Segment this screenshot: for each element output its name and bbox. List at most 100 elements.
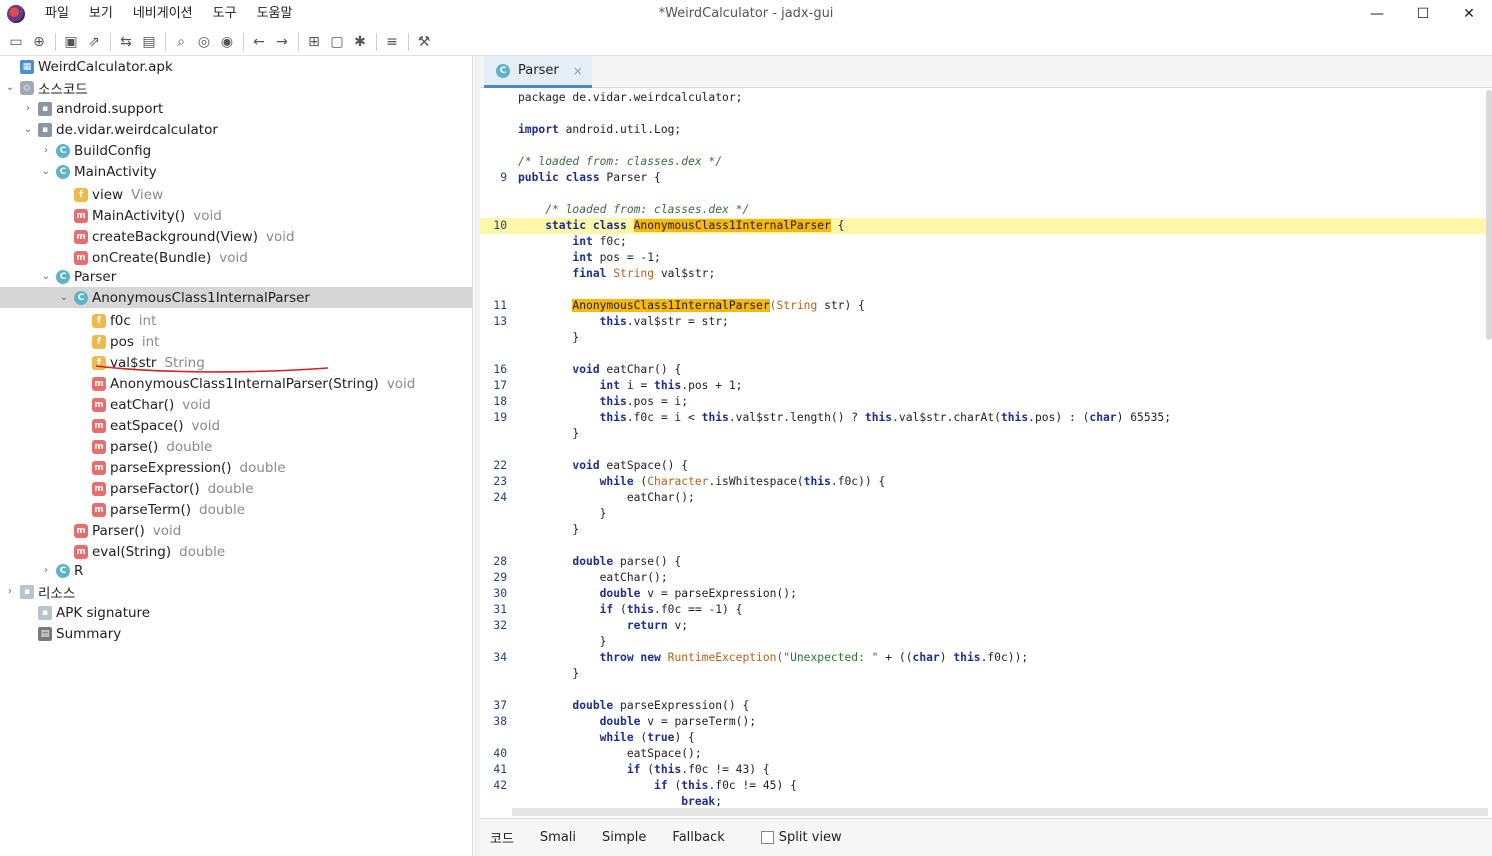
find-usage-icon[interactable]: ◉ [216, 31, 238, 53]
tree-item[interactable]: m Parser() void [0, 520, 472, 541]
horizontal-scrollbar[interactable] [512, 808, 1488, 816]
line-number: 42 [493, 779, 507, 792]
code-token: android.util.Log; [558, 123, 682, 136]
code-area[interactable]: package de.vidar.weirdcalculator; import … [480, 90, 1486, 808]
line-number: 28 [493, 555, 507, 568]
tree-item-label: Parser() [92, 522, 145, 539]
tab-code[interactable]: 코드 [490, 828, 514, 847]
tree-item[interactable]: › ▪ 리소스 [0, 581, 472, 602]
menu-help[interactable]: 도움말 [247, 0, 303, 28]
code-token: public class [518, 171, 600, 184]
tree-item[interactable]: m parseExpression() double [0, 457, 472, 478]
tree-item[interactable]: › C BuildConfig [0, 140, 472, 161]
tree-item[interactable]: m parse() double [0, 436, 472, 457]
search-icon[interactable]: ⌕ [170, 31, 192, 53]
split-view-toggle[interactable]: Split view [760, 830, 842, 845]
save-icon[interactable]: ▣ [60, 31, 82, 53]
menu-tools[interactable]: 도구 [203, 0, 247, 28]
method-icon: m [92, 502, 106, 517]
tree-item[interactable]: ⌄ C MainActivity [0, 161, 472, 182]
back-icon[interactable]: ← [248, 31, 270, 53]
preferences-icon[interactable]: ⚒ [413, 31, 435, 53]
debug-icon[interactable]: ✱ [349, 31, 371, 53]
code-token: Parser { [599, 171, 661, 184]
src-icon: ◇ [20, 80, 34, 95]
code-text: } [518, 330, 579, 346]
vertical-scrollbar[interactable] [1486, 90, 1492, 340]
code-token: .isWhitespace( [708, 475, 804, 488]
tab-parser[interactable]: C Parser × [484, 56, 592, 88]
tree-item[interactable]: ⌄ C AnonymousClass1InternalParser [0, 287, 472, 308]
menu-navigation[interactable]: 네비게이션 [123, 0, 203, 28]
forward-icon[interactable]: → [271, 31, 293, 53]
tab-simple[interactable]: Simple [602, 830, 646, 845]
code-token: eatSpace() { [599, 459, 689, 472]
toolbar-separator [243, 33, 244, 51]
code-token: int [518, 235, 593, 248]
project-tree[interactable]: ▤ Summary ▪ APK signature › ▪ 리소스 › C Rm eval(Stri… [0, 56, 473, 856]
tree-item[interactable]: › C R [0, 560, 472, 581]
open-icon[interactable]: ▭ [5, 31, 27, 53]
find-class-icon[interactable]: ◎ [193, 31, 215, 53]
collapsed-arrow-icon[interactable]: › [22, 103, 34, 114]
close-tab-icon[interactable]: × [573, 64, 583, 78]
tab-smali[interactable]: Smali [540, 830, 576, 845]
code-line: 31 if (this.f0c == -1) { [480, 602, 1486, 618]
export-icon[interactable]: ⇗ [83, 31, 105, 53]
expanded-arrow-icon[interactable]: ⌄ [58, 292, 70, 303]
code-text: double parseExpression() { [518, 698, 749, 714]
code-text: final String val$str; [518, 266, 715, 282]
code-text: while (Character.isWhitespace(this.f0c))… [518, 474, 886, 490]
menu-file[interactable]: 파일 [35, 0, 79, 28]
sync-icon[interactable]: ⇆ [115, 31, 137, 53]
decompile-all-icon[interactable]: ▤ [138, 31, 160, 53]
code-token: } [518, 523, 580, 536]
line-number: 41 [493, 763, 507, 776]
tree-item[interactable]: ⌄ C Parser [0, 266, 472, 287]
maximize-button[interactable]: ☐ [1400, 0, 1446, 28]
tree-item[interactable]: m MainActivity() void [0, 205, 472, 226]
deobfuscation-icon[interactable]: ▢ [326, 31, 348, 53]
add-files-icon[interactable]: ⊕ [28, 31, 50, 53]
tree-item[interactable]: m eatSpace() void [0, 415, 472, 436]
close-button[interactable]: ✕ [1446, 0, 1492, 28]
tree-item[interactable]: ▦ WeirdCalculator.apk [0, 56, 472, 77]
tree-item[interactable]: m parseFactor() double [0, 478, 472, 499]
tree-item[interactable]: › ▪ android.support [0, 98, 472, 119]
collapsed-arrow-icon[interactable]: › [40, 565, 52, 576]
tree-item-label: MainActivity [74, 163, 157, 180]
expanded-arrow-icon[interactable]: ⌄ [40, 166, 52, 177]
minimize-button[interactable]: — [1354, 0, 1400, 28]
collapsed-arrow-icon[interactable]: › [40, 145, 52, 156]
expanded-arrow-icon[interactable]: ⌄ [40, 271, 52, 282]
tree-item[interactable]: m createBackground(View) void [0, 226, 472, 247]
tree-item[interactable]: ⌄ ▪ de.vidar.weirdcalculator [0, 119, 472, 140]
code-text: this.pos = i; [518, 394, 688, 410]
expanded-arrow-icon[interactable]: ⌄ [4, 82, 16, 93]
tree-item-type: double [166, 438, 213, 455]
tree-item[interactable]: f f0c int [0, 310, 472, 331]
expanded-arrow-icon[interactable]: ⌄ [22, 124, 34, 135]
code-token: ( [613, 603, 627, 616]
tree-item[interactable]: f view View [0, 184, 472, 205]
code-token: .val$str = str; [626, 315, 729, 328]
code-text: eatSpace(); [518, 746, 702, 762]
tab-fallback[interactable]: Fallback [672, 830, 724, 845]
tree-item[interactable]: m eatChar() void [0, 394, 472, 415]
quark-icon[interactable]: ⊞ [303, 31, 325, 53]
log-icon[interactable]: ≡ [381, 31, 403, 53]
split-view-checkbox[interactable] [760, 831, 774, 844]
tree-item[interactable]: m AnonymousClass1InternalParser(String) vo… [0, 373, 472, 394]
tree-item[interactable]: ▤ Summary [0, 623, 472, 644]
code-line: 28 double parse() { [480, 554, 1486, 570]
collapsed-arrow-icon[interactable]: › [4, 586, 16, 597]
line-number: 9 [500, 171, 507, 184]
tree-item[interactable]: f pos int [0, 331, 472, 352]
tree-item[interactable]: ⌄ ◇ 소스코드 [0, 77, 472, 98]
tree-item[interactable]: ▪ APK signature [0, 602, 472, 623]
tree-item[interactable]: m parseTerm() double [0, 499, 472, 520]
menu-view[interactable]: 보기 [79, 0, 123, 28]
tree-item[interactable]: m eval(String) double [0, 541, 472, 562]
tree-item[interactable]: m onCreate(Bundle) void [0, 247, 472, 268]
